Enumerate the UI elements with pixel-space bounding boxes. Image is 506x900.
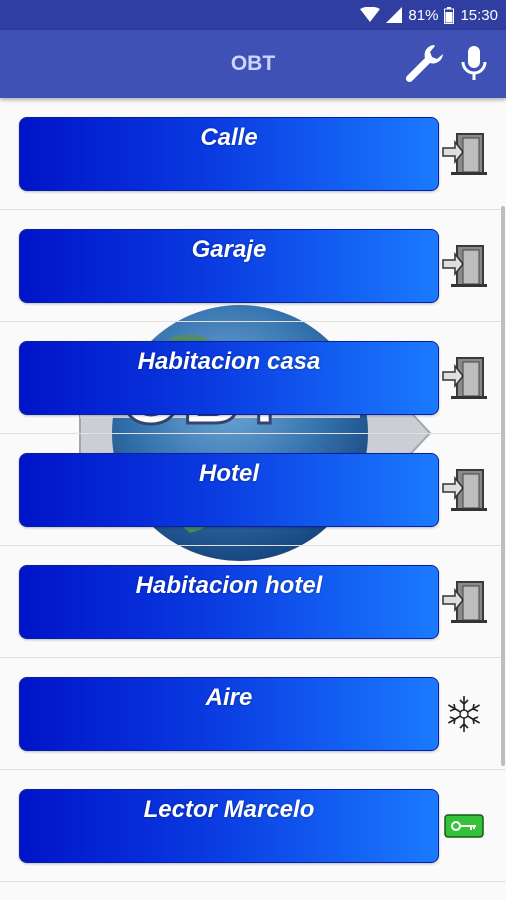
device-button-habitacion-hotel[interactable]: Habitacion hotel [19, 565, 439, 639]
list-item: Lector Marcelo [0, 770, 506, 882]
snowflake-icon[interactable] [440, 690, 488, 738]
door-exit-icon[interactable] [440, 242, 488, 290]
settings-button[interactable] [402, 42, 450, 86]
list-item: Garaje [0, 210, 506, 322]
battery-icon [444, 6, 455, 24]
device-list[interactable]: OBT Calle Garaje Habitacion casa Hotel H… [0, 98, 506, 900]
door-exit-icon[interactable] [440, 466, 488, 514]
door-exit-icon[interactable] [440, 354, 488, 402]
device-button-hotel[interactable]: Hotel [19, 453, 439, 527]
device-button-calle[interactable]: Calle [19, 117, 439, 191]
list-item: Calle [0, 98, 506, 210]
key-card-icon[interactable] [440, 802, 488, 850]
voice-input-button[interactable] [454, 42, 494, 86]
clock: 15:30 [460, 6, 498, 24]
list-item: Hotel [0, 434, 506, 546]
device-button-lector-marcelo[interactable]: Lector Marcelo [19, 789, 439, 863]
device-button-aire[interactable]: Aire [19, 677, 439, 751]
status-bar: 81% 15:30 [0, 0, 506, 30]
list-item: Aire [0, 658, 506, 770]
battery-percent: 81% [408, 6, 439, 24]
door-exit-icon[interactable] [440, 578, 488, 626]
list-item: Habitacion hotel [0, 546, 506, 658]
device-button-garaje[interactable]: Garaje [19, 229, 439, 303]
list-item: Habitacion casa [0, 322, 506, 434]
app-bar: OBT [0, 30, 506, 98]
wrench-icon [405, 45, 443, 83]
door-exit-icon[interactable] [440, 130, 488, 178]
scrollbar[interactable] [501, 206, 505, 766]
microphone-icon [461, 46, 487, 80]
device-button-habitacion-casa[interactable]: Habitacion casa [19, 341, 439, 415]
wifi-icon [360, 7, 381, 23]
signal-icon [386, 7, 403, 23]
